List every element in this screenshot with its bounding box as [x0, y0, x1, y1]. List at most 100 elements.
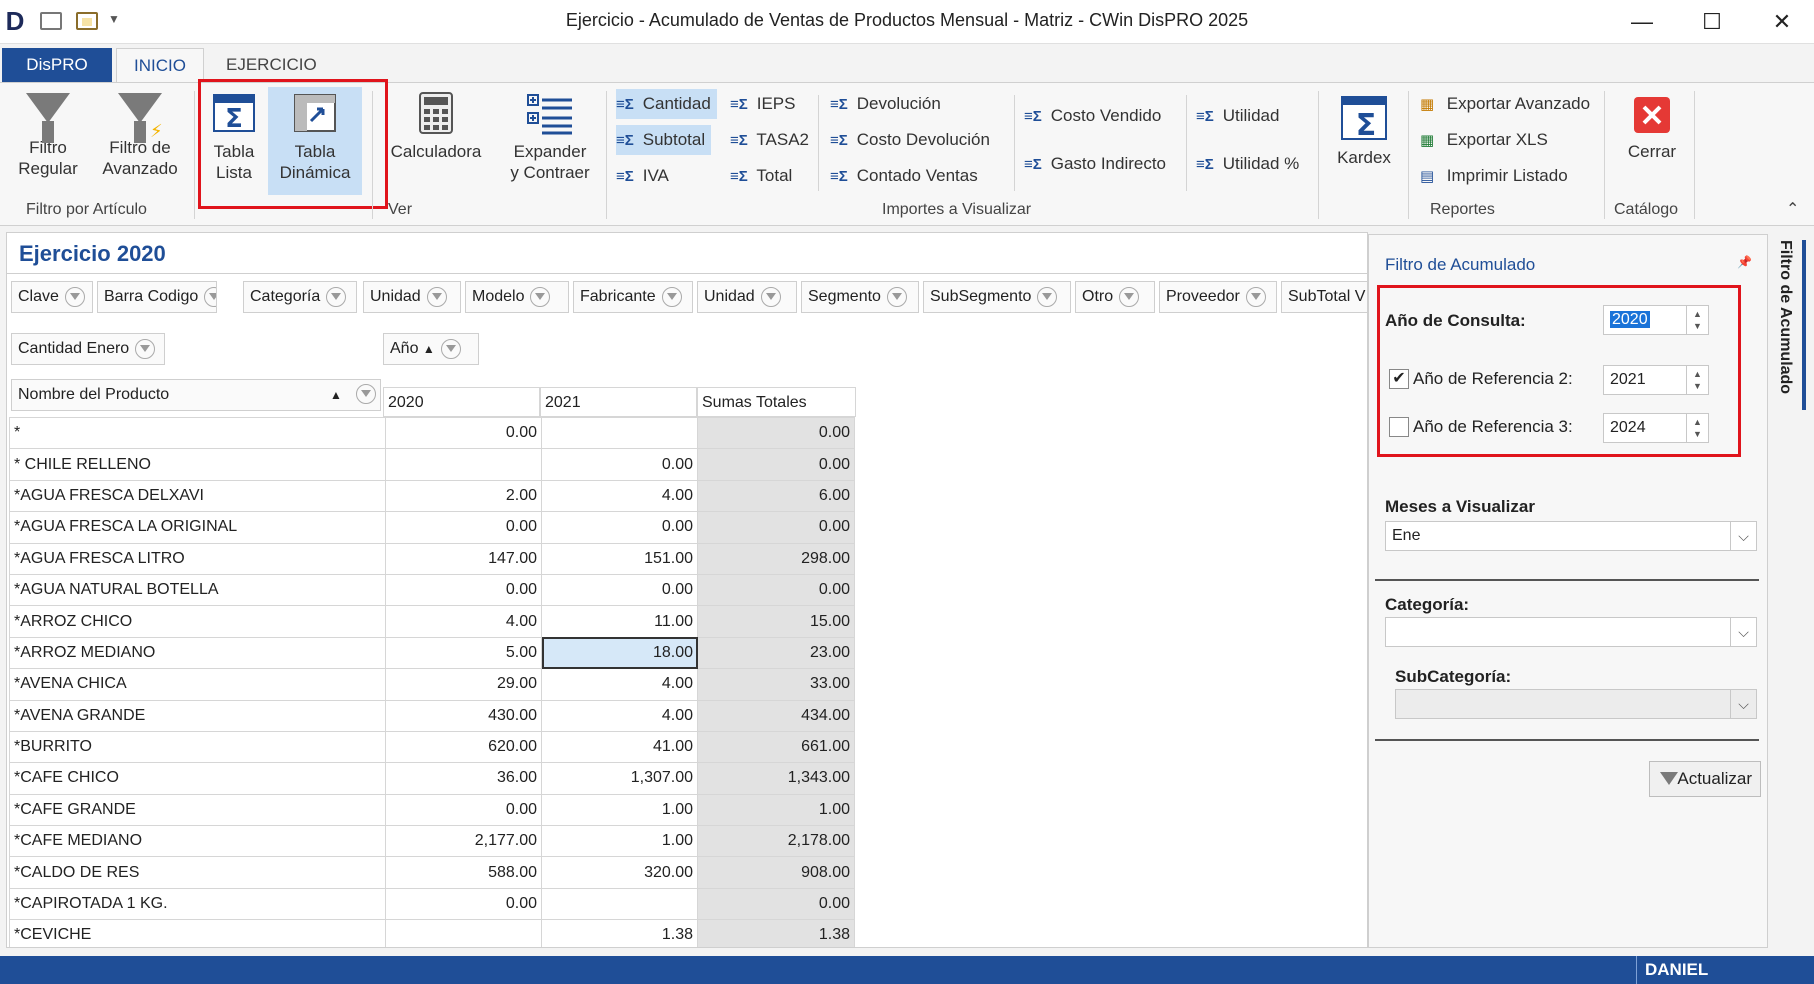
- value-2020-cell[interactable]: [385, 448, 542, 481]
- meses-select[interactable]: Ene ⌵: [1385, 521, 1757, 551]
- value-2021-cell[interactable]: 4.00: [541, 668, 698, 701]
- value-2021-cell[interactable]: 0.00: [541, 511, 698, 544]
- value-2021-cell[interactable]: 4.00: [541, 699, 698, 732]
- product-name-cell[interactable]: *ARROZ CHICO: [9, 605, 386, 638]
- value-2021-cell[interactable]: [541, 887, 698, 921]
- value-2021-cell[interactable]: 1.38: [541, 919, 698, 947]
- table-row[interactable]: *ARROZ MEDIANO 5.00 18.00 23.00: [9, 636, 855, 670]
- product-name-cell[interactable]: *: [9, 416, 386, 450]
- value-2020-cell[interactable]: 0.00: [385, 793, 542, 827]
- exportar-avanzado-button[interactable]: ▦ Exportar Avanzado: [1420, 89, 1590, 119]
- filter-icon[interactable]: [1037, 286, 1058, 307]
- value-2021-cell[interactable]: 0.00: [541, 573, 698, 607]
- total-cell[interactable]: 0.00: [697, 416, 855, 450]
- actualizar-button[interactable]: Actualizar: [1649, 761, 1761, 797]
- field-categoria[interactable]: Categoría: [243, 281, 357, 313]
- value-2020-cell[interactable]: 588.00: [385, 856, 542, 889]
- total-cell[interactable]: 908.00: [697, 856, 855, 889]
- filter-icon[interactable]: [440, 338, 461, 359]
- total-cell[interactable]: 33.00: [697, 668, 855, 701]
- total-cell[interactable]: 1.38: [697, 919, 855, 947]
- field-subsegmento[interactable]: SubSegmento: [923, 281, 1071, 313]
- table-row[interactable]: *CAPIROTADA 1 KG. 0.00 0.00: [9, 887, 855, 921]
- categoria-select[interactable]: ⌵: [1385, 617, 1757, 647]
- cerrar-button[interactable]: Cerrar: [1618, 95, 1686, 162]
- chevron-down-icon[interactable]: ⌵: [1730, 690, 1756, 718]
- filter-icon[interactable]: [1119, 286, 1140, 307]
- value-2021-cell[interactable]: 1.00: [541, 825, 698, 858]
- maximize-button[interactable]: ☐: [1692, 6, 1732, 38]
- field-segmento[interactable]: Segmento: [801, 281, 919, 313]
- spin-arrows-icon[interactable]: ▲ ▼: [1686, 366, 1708, 394]
- importe-ieps[interactable]: ≡Σ IEPS: [730, 89, 795, 119]
- value-2021-cell[interactable]: 18.00: [541, 636, 698, 670]
- importe-utilidad-pct[interactable]: ≡Σ Utilidad %: [1196, 149, 1299, 179]
- tab-ejercicio[interactable]: EJERCICIO: [210, 48, 333, 82]
- table-row[interactable]: *CEVICHE 1.38 1.38: [9, 919, 855, 947]
- value-2020-cell[interactable]: 29.00: [385, 668, 542, 701]
- filter-icon[interactable]: [64, 286, 85, 307]
- product-name-cell[interactable]: *BURRITO: [9, 730, 386, 764]
- table-row[interactable]: *AVENA GRANDE 430.00 4.00 434.00: [9, 699, 855, 732]
- table-row[interactable]: *CAFE MEDIANO 2,177.00 1.00 2,178.00: [9, 825, 855, 858]
- product-name-cell[interactable]: *AVENA GRANDE: [9, 699, 386, 732]
- expander-contraer-button[interactable]: Expander y Contraer: [502, 91, 598, 183]
- table-row[interactable]: *BURRITO 620.00 41.00 661.00: [9, 730, 855, 764]
- table-row[interactable]: *AGUA FRESCA LITRO 147.00 151.00 298.00: [9, 542, 855, 575]
- filter-icon[interactable]: [356, 384, 376, 404]
- data-field-cantidad-enero[interactable]: Cantidad Enero: [11, 333, 165, 365]
- tab-inicio[interactable]: INICIO: [116, 48, 204, 82]
- value-2020-cell[interactable]: 36.00: [385, 762, 542, 795]
- value-2020-cell[interactable]: 2.00: [385, 479, 542, 513]
- product-name-cell[interactable]: *AGUA FRESCA LITRO: [9, 542, 386, 575]
- total-cell[interactable]: 0.00: [697, 887, 855, 921]
- importe-cantidad[interactable]: ≡Σ Cantidad: [616, 89, 717, 119]
- table-row[interactable]: *CALDO DE RES 588.00 320.00 908.00: [9, 856, 855, 889]
- total-cell[interactable]: 1,343.00: [697, 762, 855, 795]
- field-unidad[interactable]: Unidad: [363, 281, 461, 313]
- importe-contado-ventas[interactable]: ≡Σ Contado Ventas: [830, 161, 978, 191]
- table-row[interactable]: *AGUA FRESCA LA ORIGINAL 0.00 0.00 0.00: [9, 511, 855, 544]
- total-cell[interactable]: 15.00: [697, 605, 855, 638]
- product-name-cell[interactable]: *CAFE MEDIANO: [9, 825, 386, 858]
- ref3-input[interactable]: 2024 ▲ ▼: [1603, 413, 1709, 443]
- total-cell[interactable]: 661.00: [697, 730, 855, 764]
- value-2021-cell[interactable]: 4.00: [541, 479, 698, 513]
- importe-devolucion[interactable]: ≡Σ Devolución: [830, 89, 941, 119]
- value-2020-cell[interactable]: 0.00: [385, 511, 542, 544]
- importe-subtotal[interactable]: ≡Σ Subtotal: [616, 125, 712, 155]
- field-unidad-2[interactable]: Unidad: [697, 281, 797, 313]
- field-barra-codigo[interactable]: Barra Codigo: [97, 281, 217, 313]
- product-name-cell[interactable]: *CALDO DE RES: [9, 856, 386, 889]
- total-cell[interactable]: 434.00: [697, 699, 855, 732]
- product-name-cell[interactable]: * CHILE RELLENO: [9, 448, 386, 481]
- chevron-down-icon[interactable]: ⌵: [1730, 618, 1756, 646]
- value-2020-cell[interactable]: 0.00: [385, 573, 542, 607]
- value-2021-cell[interactable]: 0.00: [541, 448, 698, 481]
- imprimir-listado-button[interactable]: ▤ Imprimir Listado: [1420, 161, 1568, 191]
- value-2020-cell[interactable]: 2,177.00: [385, 825, 542, 858]
- calculadora-button[interactable]: Calculadora: [386, 91, 486, 162]
- importe-costo-vendido[interactable]: ≡Σ Costo Vendido: [1024, 101, 1161, 131]
- importe-iva[interactable]: ≡Σ IVA: [616, 161, 669, 191]
- product-name-cell[interactable]: *AGUA FRESCA LA ORIGINAL: [9, 511, 386, 544]
- filter-icon[interactable]: [886, 286, 907, 307]
- minimize-button[interactable]: —: [1622, 6, 1662, 38]
- importe-costo-devolucion[interactable]: ≡Σ Costo Devolución: [830, 125, 990, 155]
- table-row[interactable]: *CAFE GRANDE 0.00 1.00 1.00: [9, 793, 855, 827]
- table-row[interactable]: *AVENA CHICA 29.00 4.00 33.00: [9, 668, 855, 701]
- importe-gasto-indirecto[interactable]: ≡Σ Gasto Indirecto: [1024, 149, 1166, 179]
- side-tab-filtro-acumulado[interactable]: Filtro de Acumulado: [1776, 240, 1806, 420]
- product-name-cell[interactable]: *ARROZ MEDIANO: [9, 636, 386, 670]
- exportar-xls-button[interactable]: ▦ Exportar XLS: [1420, 125, 1548, 155]
- filtro-regular-button[interactable]: Filtro Regular: [8, 89, 88, 179]
- pin-icon[interactable]: 📌: [1737, 255, 1752, 269]
- total-cell[interactable]: 0.00: [697, 573, 855, 607]
- product-name-cell[interactable]: *CAFE CHICO: [9, 762, 386, 795]
- value-2020-cell[interactable]: [385, 919, 542, 947]
- filter-icon[interactable]: [135, 338, 156, 359]
- spin-arrows-icon[interactable]: ▲ ▼: [1686, 414, 1708, 442]
- table-row[interactable]: * CHILE RELLENO 0.00 0.00: [9, 448, 855, 481]
- value-2021-cell[interactable]: 1,307.00: [541, 762, 698, 795]
- filter-icon[interactable]: [530, 286, 551, 307]
